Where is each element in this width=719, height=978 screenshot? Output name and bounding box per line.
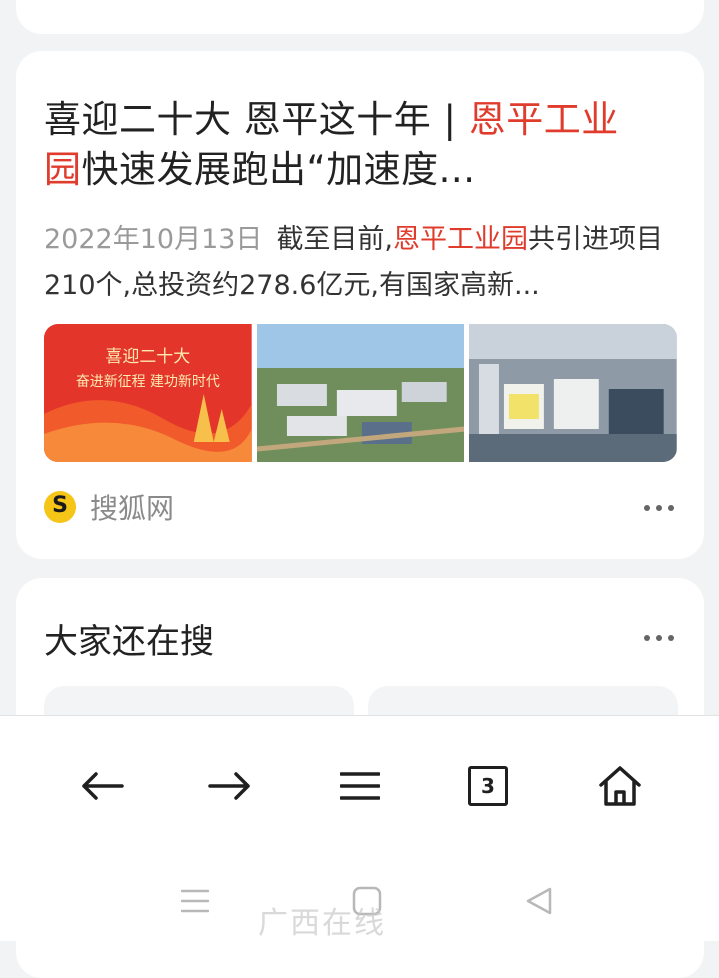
more-options-icon[interactable]	[644, 633, 674, 643]
more-options-icon[interactable]	[644, 503, 674, 513]
news-summary-text: 截至目前,	[276, 224, 394, 255]
news-card[interactable]: 喜迎二十大 恩平这十年 | 恩平工业 园快速发展跑出“加速度... 2022年10…	[16, 51, 704, 559]
news-summary-highlight: 恩平工业园	[393, 224, 529, 255]
news-date: 2022年10月13日	[44, 224, 263, 255]
news-title[interactable]: 喜迎二十大 恩平这十年 | 恩平工业园快速发展跑出“加速度...	[44, 95, 664, 195]
related-searches-title: 大家还在搜	[44, 622, 214, 662]
browser-toolbar: 3 广西在线	[0, 715, 719, 941]
source-logo-letter: S	[52, 493, 68, 518]
arrow-left-icon	[82, 772, 124, 800]
news-title-highlight: 恩平工业	[468, 98, 619, 141]
home-button[interactable]	[590, 756, 650, 816]
news-title-text-2: 快速发展跑出“加速度...	[81, 148, 476, 191]
back-button[interactable]	[72, 756, 132, 816]
thumbnail-factory[interactable]	[469, 324, 678, 462]
menu-button[interactable]	[330, 756, 390, 816]
previous-card[interactable]	[16, 0, 704, 34]
news-summary: 2022年10月13日 截至目前,恩平工业园共引进项目210个,总投资约278.6…	[44, 217, 684, 309]
news-title-text: 喜迎二十大 恩平这十年 |	[44, 98, 469, 141]
watermark: 广西在线	[258, 906, 386, 941]
recents-icon	[181, 889, 209, 913]
source-name: 搜狐网	[90, 492, 175, 525]
news-source[interactable]: S 搜狐网	[44, 487, 174, 527]
home-icon	[599, 766, 641, 806]
sohu-logo-icon: S	[44, 491, 76, 523]
banner-text-2: 奋进新征程 建功新时代	[76, 374, 220, 390]
banner-text-1: 喜迎二十大	[105, 347, 190, 367]
hamburger-menu-icon	[340, 772, 380, 800]
system-back-button[interactable]	[522, 876, 556, 926]
forward-button[interactable]	[200, 756, 260, 816]
news-title-highlight-2: 园	[44, 148, 82, 191]
arrow-right-icon	[208, 772, 250, 800]
news-thumbnails: 喜迎二十大 奋进新征程 建功新时代	[44, 324, 678, 462]
tabs-button[interactable]: 3	[458, 756, 518, 816]
tab-count-icon: 3	[468, 766, 508, 806]
thumbnail-aerial[interactable]	[256, 324, 465, 462]
back-triangle-icon	[526, 887, 552, 915]
system-recents-button[interactable]	[178, 876, 212, 926]
thumbnail-banner[interactable]: 喜迎二十大 奋进新征程 建功新时代	[44, 324, 252, 462]
